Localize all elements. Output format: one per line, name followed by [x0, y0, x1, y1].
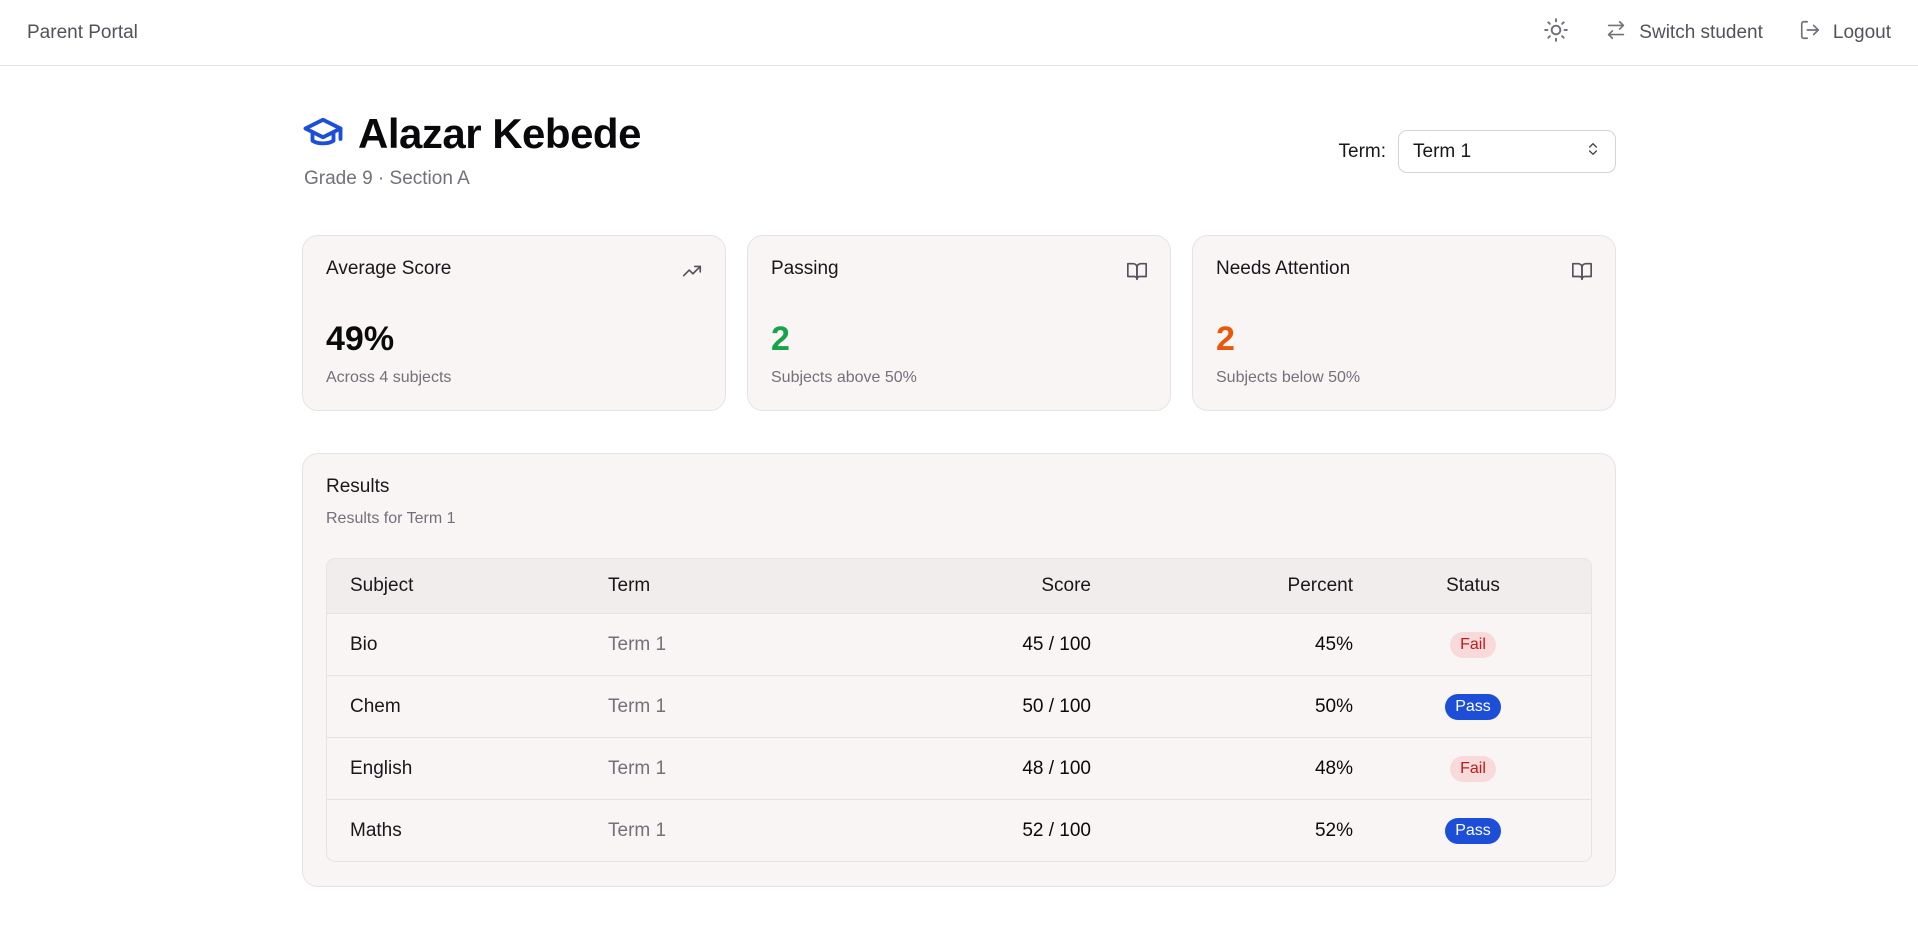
table-row: Bio Term 1 45 / 100 45% Fail — [327, 613, 1591, 675]
term-cell: Term 1 — [608, 695, 667, 717]
status-badge: Fail — [1450, 631, 1496, 658]
passing-card: Passing 2 Subjects above 50% — [747, 235, 1171, 411]
logout-icon — [1799, 19, 1821, 47]
column-header-percent: Percent — [1287, 575, 1353, 596]
main-content: Alazar Kebede Grade 9 · Section A Term: … — [302, 66, 1616, 887]
card-value: 2 — [771, 320, 790, 358]
switch-student-label: Switch student — [1639, 21, 1763, 43]
percent-cell: 48% — [1314, 757, 1353, 779]
student-title-row: Alazar Kebede — [302, 110, 641, 158]
term-select-value: Term 1 — [1413, 140, 1472, 162]
column-header-term: Term — [608, 575, 651, 596]
term-label: Term: — [1338, 140, 1387, 162]
card-subtext: Subjects above 50% — [771, 369, 917, 386]
column-header-score: Score — [1041, 575, 1091, 596]
student-meta: Grade 9 · Section A — [304, 168, 470, 189]
brand-title[interactable]: Parent Portal — [27, 22, 138, 44]
top-actions: Switch student Logout — [1543, 17, 1891, 49]
status-cell: Pass — [1353, 817, 1591, 844]
column-header-subject: Subject — [350, 575, 414, 596]
switch-arrows-icon — [1605, 19, 1627, 47]
percent-cell: 45% — [1314, 633, 1353, 655]
book-open-icon — [1571, 260, 1593, 282]
table-header-row: Subject Term Score Percent Status — [327, 559, 1591, 613]
table-row: Chem Term 1 50 / 100 50% Pass — [327, 675, 1591, 737]
percent-cell: 52% — [1314, 819, 1353, 841]
top-bar: Parent Portal Switch student Logout — [0, 0, 1918, 66]
card-title: Passing — [771, 258, 839, 279]
table-row: English Term 1 48 / 100 48% Fail — [327, 737, 1591, 799]
logout-label: Logout — [1832, 21, 1891, 43]
status-cell: Fail — [1353, 631, 1591, 658]
trending-up-icon — [681, 260, 703, 282]
student-header: Alazar Kebede Grade 9 · Section A Term: … — [302, 66, 1616, 192]
term-cell: Term 1 — [608, 633, 667, 655]
term-select[interactable]: Term 1 — [1398, 130, 1616, 173]
column-header-status: Status — [1446, 575, 1500, 596]
card-title: Average Score — [326, 258, 452, 279]
needs-attention-card: Needs Attention 2 Subjects below 50% — [1192, 235, 1616, 411]
status-badge: Fail — [1450, 755, 1496, 782]
subject-cell: Maths — [350, 819, 402, 841]
chevron-up-down-icon — [1585, 141, 1601, 163]
results-subtitle: Results for Term 1 — [326, 510, 456, 527]
subject-cell: Chem — [350, 695, 401, 717]
average-score-card: Average Score 49% Across 4 subjects — [302, 235, 726, 411]
card-value: 2 — [1216, 320, 1235, 358]
term-cell: Term 1 — [608, 819, 667, 841]
card-value: 49% — [326, 320, 395, 358]
status-badge: Pass — [1445, 693, 1501, 720]
term-cell: Term 1 — [608, 757, 667, 779]
results-table: Subject Term Score Percent Status Bio Te… — [326, 558, 1592, 862]
card-title: Needs Attention — [1216, 258, 1351, 279]
score-cell: 45 / 100 — [1022, 633, 1091, 655]
book-open-icon — [1126, 260, 1148, 282]
subject-cell: Bio — [350, 633, 378, 655]
score-cell: 50 / 100 — [1022, 695, 1091, 717]
results-title: Results — [326, 476, 390, 497]
score-cell: 48 / 100 — [1022, 757, 1091, 779]
results-panel: Results Results for Term 1 Subject Term … — [302, 453, 1616, 887]
student-name: Alazar Kebede — [358, 110, 641, 157]
table-row: Maths Term 1 52 / 100 52% Pass — [327, 799, 1591, 861]
status-cell: Pass — [1353, 693, 1591, 720]
card-subtext: Across 4 subjects — [326, 369, 452, 386]
term-picker: Term: Term 1 — [1338, 130, 1616, 173]
switch-student-button[interactable]: Switch student — [1605, 19, 1763, 47]
stat-cards: Average Score 49% Across 4 subjects Pass… — [302, 235, 1616, 411]
subject-cell: English — [350, 757, 413, 779]
score-cell: 52 / 100 — [1022, 819, 1091, 841]
graduation-cap-icon — [302, 111, 344, 158]
theme-toggle-button[interactable] — [1543, 17, 1569, 49]
logout-button[interactable]: Logout — [1799, 19, 1891, 47]
status-cell: Fail — [1353, 755, 1591, 782]
card-subtext: Subjects below 50% — [1216, 369, 1361, 386]
percent-cell: 50% — [1314, 695, 1353, 717]
status-badge: Pass — [1445, 817, 1501, 844]
sun-icon — [1543, 17, 1569, 49]
